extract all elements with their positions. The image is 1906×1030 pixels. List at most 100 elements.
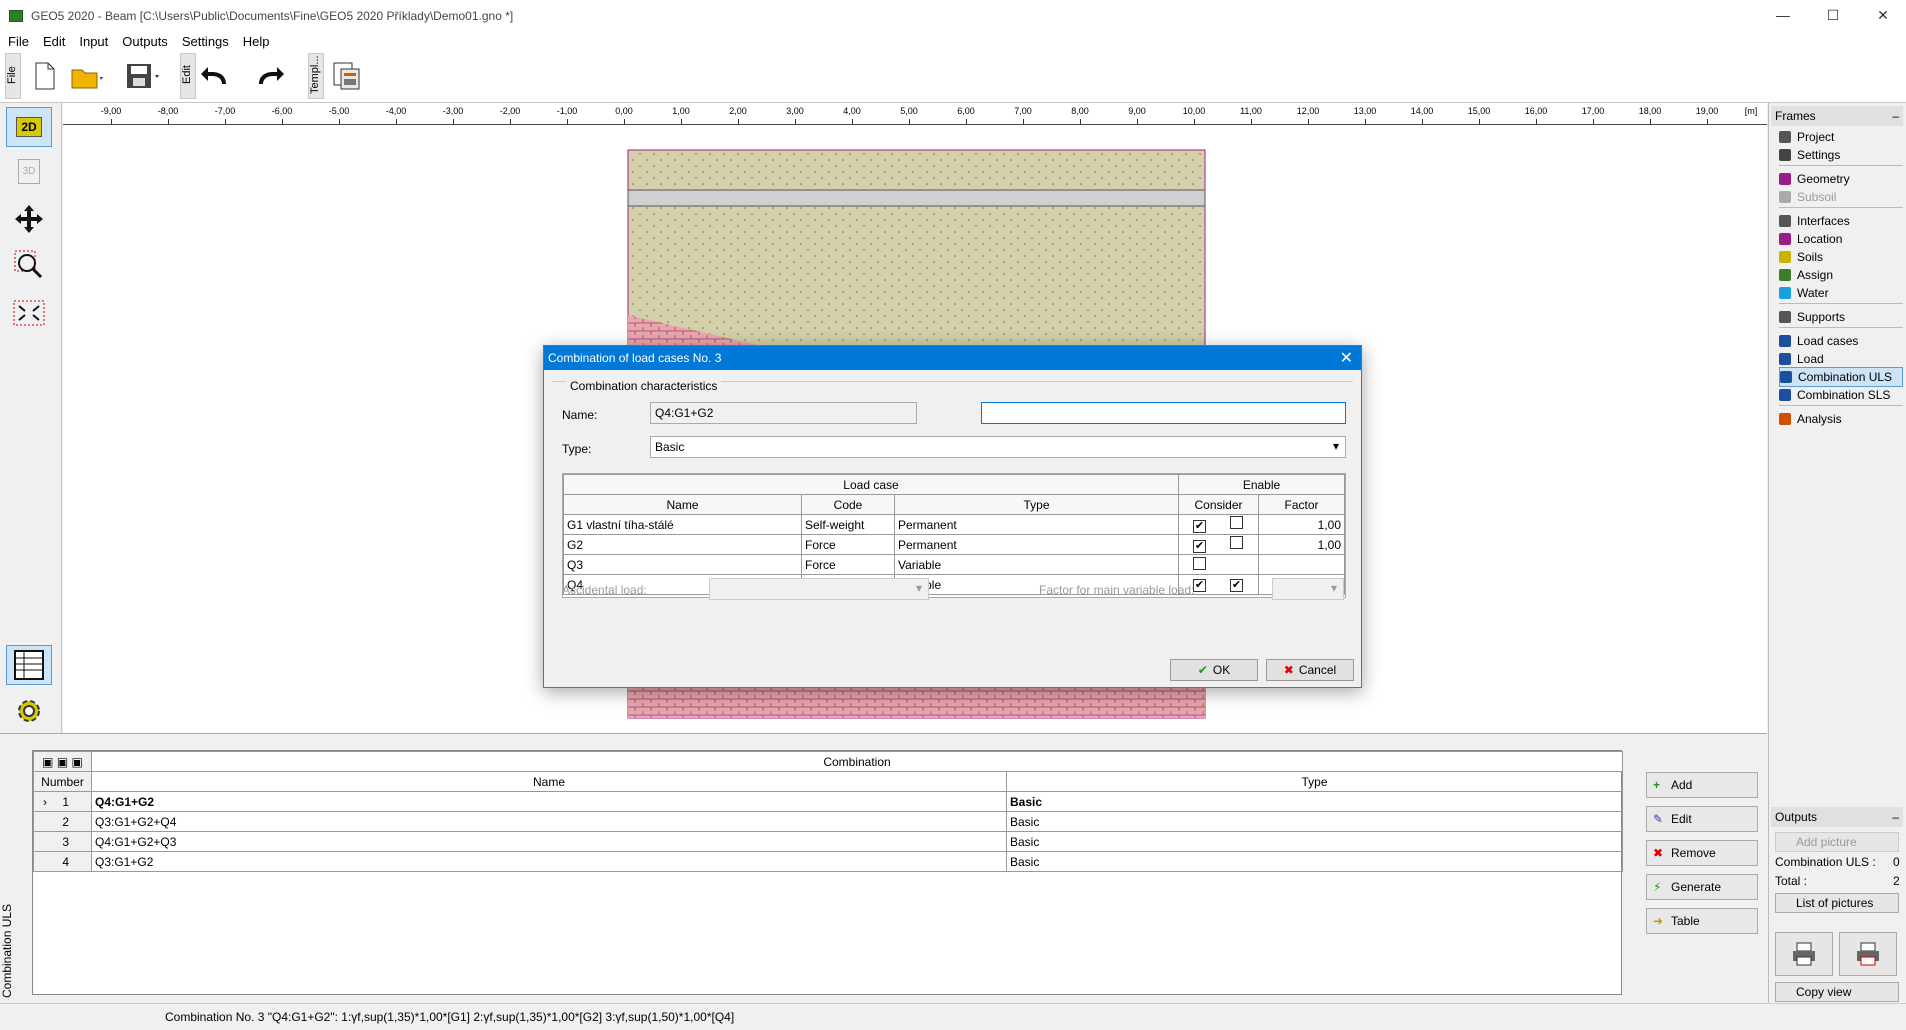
lc-factor[interactable] <box>1258 554 1345 575</box>
collapse-icon[interactable]: – <box>1892 109 1899 123</box>
ruler-tick <box>510 119 511 124</box>
load-cases-table[interactable]: Load case Enable Name Code Type Consider… <box>562 473 1346 598</box>
cancel-button[interactable]: ✖ Cancel <box>1266 659 1354 681</box>
close-window-button[interactable]: ✕ <box>1860 0 1906 31</box>
view-2d-button[interactable]: 2D <box>6 107 52 147</box>
type-select[interactable]: Basic ▾ <box>650 436 1346 458</box>
edit-button[interactable]: ✎ Edit <box>1646 806 1758 832</box>
type-column-header[interactable]: Type <box>1006 771 1623 792</box>
menu-input[interactable]: Input <box>79 34 108 49</box>
load-case-row[interactable]: Q4ForceVariable✔✔1,00 <box>563 574 1345 595</box>
frame-item-project[interactable]: Project <box>1779 127 1903 147</box>
menu-help[interactable]: Help <box>243 34 270 49</box>
factor-main-variable-select[interactable]: ▾ <box>1272 578 1344 600</box>
table-options-icons[interactable]: ▣ ▣ ▣ <box>33 751 92 772</box>
lc-consider[interactable] <box>1178 554 1259 575</box>
table-button[interactable]: ➜ Table <box>1646 908 1758 934</box>
frame-item-analysis[interactable]: Analysis <box>1779 409 1903 429</box>
name-extra-field[interactable] <box>981 402 1346 424</box>
new-file-icon[interactable] <box>28 59 62 93</box>
undo-icon[interactable] <box>200 59 234 93</box>
ruler-tick <box>453 119 454 124</box>
add-button[interactable]: + Add <box>1646 772 1758 798</box>
lc-consider[interactable]: ✔ <box>1178 514 1259 535</box>
templates-icon[interactable] <box>330 59 364 93</box>
frame-item-soils[interactable]: Soils <box>1779 247 1903 267</box>
frame-item-label: Interfaces <box>1797 214 1850 228</box>
frame-item-load[interactable]: Load <box>1779 349 1903 369</box>
settings-gear-icon[interactable] <box>6 691 52 731</box>
name-column-header[interactable]: Name <box>91 771 1007 792</box>
consider-checkbox[interactable]: ✔ <box>1193 579 1206 592</box>
open-file-icon[interactable] <box>70 59 104 93</box>
list-of-pictures-button[interactable]: List of pictures <box>1775 893 1899 913</box>
menu-settings[interactable]: Settings <box>182 34 229 49</box>
table-row[interactable]: 3 Q4:G1+G2+Q3 Basic <box>33 831 1623 852</box>
copy-view-button[interactable]: Copy view <box>1775 982 1899 1002</box>
zoom-extents-icon[interactable] <box>6 293 52 333</box>
lc-name: G1 vlastní tíha-stálé <box>563 514 802 535</box>
consider-checkbox[interactable]: ✔ <box>1193 540 1206 553</box>
extra-checkbox[interactable]: ✔ <box>1230 579 1243 592</box>
frame-item-load-cases[interactable]: Load cases <box>1779 331 1903 351</box>
ruler-tick-label: -5,00 <box>328 106 350 116</box>
view-3d-label: 3D <box>17 158 41 184</box>
load-case-row[interactable]: G1 vlastní tíha-stálé Self-weight Permanen… <box>563 514 1345 535</box>
table-view-icon[interactable] <box>6 645 52 685</box>
frame-item-interfaces[interactable]: Interfaces <box>1779 211 1903 231</box>
lc-consider[interactable]: ✔ <box>1178 534 1259 555</box>
name-field[interactable]: Q4:G1+G2 <box>650 402 917 424</box>
redo-icon[interactable] <box>255 59 289 93</box>
templates-toolbar-tab[interactable]: Templ... <box>308 53 324 99</box>
maximize-button[interactable]: ☐ <box>1810 0 1856 31</box>
accidental-load-select[interactable]: ▾ <box>709 578 929 600</box>
table-row[interactable]: 2 Q3:G1+G2+Q4 Basic <box>33 811 1623 832</box>
menu-file[interactable]: File <box>8 34 29 49</box>
menu-edit[interactable]: Edit <box>43 34 65 49</box>
view-3d-button[interactable]: 3D <box>6 151 52 191</box>
load-case-row[interactable]: G2 Force Permanent ✔ 1,00 <box>563 534 1345 555</box>
remove-button[interactable]: ✖ Remove <box>1646 840 1758 866</box>
frame-item-combination-uls[interactable]: Combination ULS <box>1779 367 1903 387</box>
edit-toolbar-tab[interactable]: Edit <box>180 53 196 99</box>
table-row[interactable]: › 1 Q4:G1+G2 Basic <box>33 791 1623 812</box>
print-export-icon[interactable] <box>1839 932 1897 976</box>
lc-code: Force <box>801 534 895 555</box>
menu-outputs[interactable]: Outputs <box>122 34 168 49</box>
gear-icon <box>1779 149 1791 161</box>
number-column-header[interactable]: Number <box>33 771 92 792</box>
frame-item-supports[interactable]: Supports <box>1779 307 1903 327</box>
lc-name: G2 <box>563 534 802 555</box>
dialog-close-icon[interactable]: ✕ <box>1340 348 1353 368</box>
move-view-icon[interactable] <box>6 199 52 239</box>
combinations-table[interactable]: ▣ ▣ ▣ Combination Number Name Type › 1 Q4:… <box>32 750 1623 995</box>
file-toolbar-tab[interactable]: File <box>5 53 21 99</box>
ruler-tick-label: 14,00 <box>1410 106 1434 116</box>
ruler-tick-label: 2,00 <box>729 106 747 116</box>
consider-checkbox[interactable]: ✔ <box>1193 520 1206 533</box>
consider-checkbox[interactable] <box>1193 556 1206 570</box>
frame-item-settings[interactable]: Settings <box>1779 145 1903 165</box>
frame-item-geometry[interactable]: Geometry <box>1779 169 1903 189</box>
extra-checkbox[interactable] <box>1230 516 1243 529</box>
frame-item-location[interactable]: Location <box>1779 229 1903 249</box>
save-file-icon[interactable] <box>125 59 159 93</box>
frame-item-water[interactable]: Water <box>1779 283 1903 303</box>
table-row[interactable]: 4 Q3:G1+G2 Basic <box>33 851 1623 872</box>
extra-checkbox[interactable] <box>1230 536 1243 549</box>
print-icon[interactable] <box>1775 932 1833 976</box>
frame-item-subsoil[interactable]: Subsoil <box>1779 187 1903 207</box>
load-case-row[interactable]: Q3 Force Variable <box>563 554 1345 575</box>
ruler-tick <box>909 119 910 124</box>
frame-item-assign[interactable]: Assign <box>1779 265 1903 285</box>
lc-factor[interactable]: 1,00 <box>1258 534 1345 555</box>
lc-factor[interactable]: 1,00 <box>1258 514 1345 535</box>
ok-button[interactable]: ✔ OK <box>1170 659 1258 681</box>
frame-item-combination-sls[interactable]: Combination SLS <box>1779 385 1903 405</box>
add-picture-button[interactable]: Add picture <box>1775 832 1899 852</box>
generate-button[interactable]: ⚡ Generate <box>1646 874 1758 900</box>
collapse-outputs-icon[interactable]: – <box>1892 810 1899 824</box>
zoom-icon[interactable] <box>6 245 52 285</box>
frame-item-label: Load <box>1797 352 1824 366</box>
minimize-button[interactable]: — <box>1760 0 1806 31</box>
